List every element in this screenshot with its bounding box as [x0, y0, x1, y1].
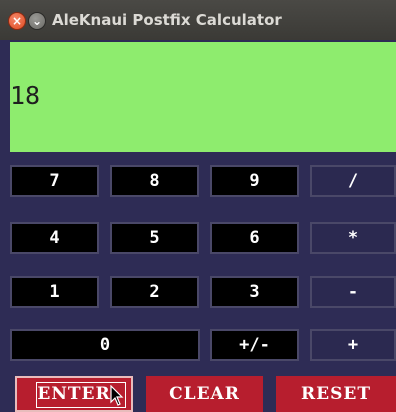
minimize-window-button[interactable]: ⌄: [28, 12, 46, 30]
key-2[interactable]: 2: [110, 276, 199, 308]
chevron-down-icon: ⌄: [31, 14, 43, 28]
key-9[interactable]: 9: [210, 165, 299, 197]
result-display: 18: [10, 42, 396, 152]
window-title: AleKnaui Postfix Calculator: [52, 11, 282, 29]
key-divide[interactable]: /: [310, 165, 396, 197]
clear-button[interactable]: CLEAR: [146, 376, 263, 412]
mouse-pointer-icon: [110, 385, 124, 406]
close-icon: ×: [11, 14, 23, 28]
key-7[interactable]: 7: [10, 165, 99, 197]
key-subtract[interactable]: -: [310, 276, 396, 308]
display-value: 18: [10, 81, 41, 110]
key-multiply[interactable]: *: [310, 222, 396, 254]
key-negate[interactable]: +/-: [210, 329, 299, 361]
key-0[interactable]: 0: [10, 329, 200, 361]
key-5[interactable]: 5: [110, 222, 199, 254]
key-add[interactable]: +: [310, 329, 396, 361]
title-bar: × ⌄ AleKnaui Postfix Calculator: [0, 0, 396, 40]
key-8[interactable]: 8: [110, 165, 199, 197]
key-1[interactable]: 1: [10, 276, 99, 308]
key-4[interactable]: 4: [10, 222, 99, 254]
calculator-window: × ⌄ AleKnaui Postfix Calculator 18 7 8 9…: [0, 0, 396, 412]
close-window-button[interactable]: ×: [8, 12, 26, 30]
key-6[interactable]: 6: [210, 222, 299, 254]
key-3[interactable]: 3: [210, 276, 299, 308]
reset-button[interactable]: RESET: [276, 376, 396, 412]
